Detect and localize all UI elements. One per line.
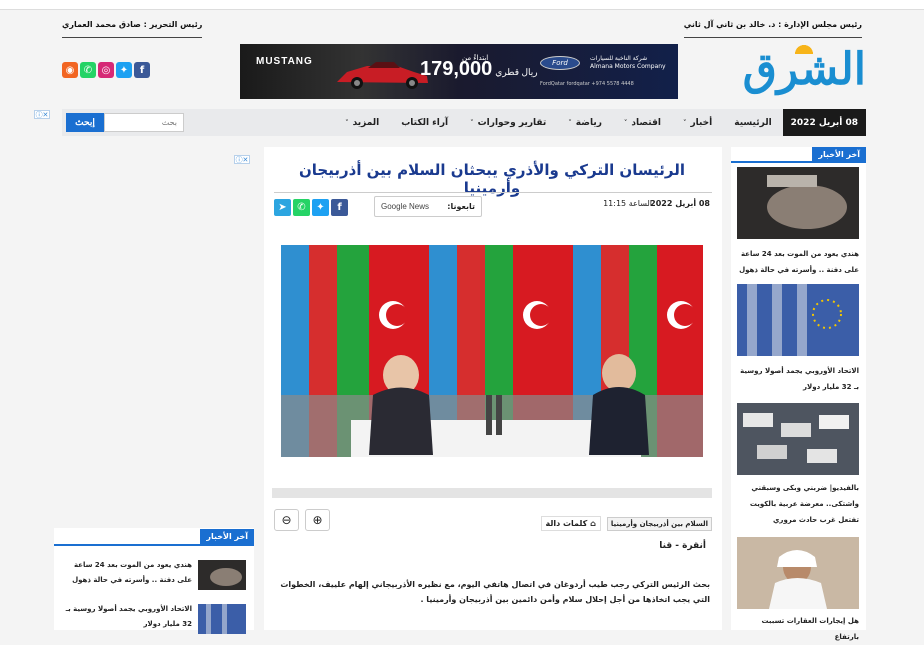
tags-label: ⌂ كلمات دالة [540, 516, 601, 531]
chevron-down-icon: ˅ [568, 118, 572, 127]
editor-line: رئيس التحرير : صادق محمد العماري [62, 12, 203, 38]
search-input[interactable] [104, 113, 184, 132]
ad-banner[interactable]: MUSTANG ابتداءً من 179,000 ريال قطري Ford… [240, 44, 678, 99]
chairman-line: رئيس مجلس الإدارة : د. خالد بن ثاني آل ث… [683, 12, 862, 38]
ad-dealer-en: Almana Motors Company [590, 63, 666, 70]
whatsapp-icon[interactable]: ✆ [293, 199, 310, 216]
tags-row: ⌂ كلمات دالة السلام بين أذربيجان وأرميني… [540, 516, 712, 531]
search-button[interactable]: إبحث [66, 113, 104, 132]
nav-item-news[interactable]: أخبار ˅ [672, 118, 723, 128]
search-box: إبحث [66, 113, 184, 132]
ad-currency: ريال قطري [495, 67, 538, 77]
burial-photo [737, 167, 859, 239]
nav-label: اقتصاد [631, 117, 661, 128]
latest-card-title[interactable]: هندي يعود من الموت بعد 24 ساعة على دفنة … [737, 246, 859, 278]
list-item[interactable]: هندي يعود من الموت بعد 24 ساعة على دفنة … [54, 558, 254, 592]
latest-card-title[interactable]: هل إيجارات العقارات تسببت بارتفاع [737, 613, 859, 645]
left-latest-header: آخر الأخبار [200, 529, 254, 544]
nav-label: آراء الكتاب [401, 117, 449, 128]
list-item-title: هندي يعود من الموت بعد 24 ساعة على دفنة … [72, 561, 192, 584]
nav-item-more[interactable]: المزيد ˅ [334, 118, 390, 128]
article-dateline: أنقرة - قنا [659, 541, 706, 551]
nav-label: رياضة [575, 117, 602, 128]
ad-dealer: شركة الناخبة للسيارات Almana Motors Compa… [590, 55, 666, 71]
tags-label-text: كلمات دالة [545, 519, 588, 528]
nav-date: 08 أبريل 2022 [782, 109, 866, 136]
ford-logo: Ford [540, 56, 580, 70]
nav-label: تقارير وحوارات [477, 117, 547, 128]
nav-item-home[interactable]: الرئيسية [723, 118, 782, 128]
nav-label: الرئيسية [734, 117, 772, 128]
ad-price: 179,000 ريال قطري [420, 58, 538, 81]
nav-item-opinions[interactable]: آراء الكتاب [390, 118, 459, 128]
ad-footer: FordQatar fordqatar +974 5578 4448 [540, 81, 634, 87]
nav-item-sports[interactable]: رياضة ˅ [557, 118, 613, 128]
adchoices-icon[interactable]: ⓘ✕ [34, 110, 50, 119]
instagram-icon[interactable]: ◎ [98, 62, 114, 78]
list-item-thumb [198, 560, 246, 590]
article-photo[interactable] [281, 245, 703, 457]
facebook-icon[interactable]: f [134, 62, 150, 78]
follow-google-news[interactable]: تابعونا: Google News [374, 196, 482, 217]
parking-lot-photo [737, 403, 859, 475]
nav-item-reports[interactable]: تقارير وحوارات ˅ [459, 118, 557, 128]
follow-label: تابعونا: [447, 202, 475, 211]
ad-brand: MUSTANG [256, 56, 313, 67]
logo-text: الشرق [742, 44, 866, 95]
latest-card-title[interactable]: بالفيديو| ضربني وبكى وسبقني واشتكى.. معر… [737, 480, 859, 528]
left-latest-news: آخر الأخبار هندي يعود من الموت بعد 24 سا… [54, 528, 254, 634]
tag-link[interactable]: السلام بين أذربيجان وأرمينيا [606, 516, 712, 531]
chevron-down-icon: ˅ [470, 118, 474, 127]
latest-card-image[interactable] [737, 284, 859, 356]
chevron-down-icon: ˅ [623, 118, 628, 127]
latest-card-image[interactable] [737, 167, 859, 239]
zoom-in-button[interactable]: ⊕ [305, 509, 330, 531]
list-item-title: الاتحاد الأوروبي يجمد أصولا روسية بـ 32 … [65, 605, 192, 628]
photo-caption-strip [272, 488, 712, 498]
left-latest-rule [54, 544, 254, 546]
ad-price-value: 179,000 [420, 58, 493, 80]
chevron-down-icon: ˅ [682, 118, 687, 127]
eu-flags-photo [737, 284, 859, 356]
photo-illustration [281, 245, 703, 457]
car-image [337, 62, 428, 89]
nav-label: المزيد [352, 117, 380, 128]
ad-dealer-ar: شركة الناخبة للسيارات [590, 55, 648, 62]
main-nav: 08 أبريل 2022 الرئيسية أخبار ˅ اقتصاد ˅ ري… [62, 109, 866, 136]
zoom-out-button[interactable]: ⊖ [274, 509, 299, 531]
whatsapp-icon[interactable]: ✆ [80, 62, 96, 78]
latest-news-header: آخر الأخبار [812, 147, 866, 161]
twitter-icon[interactable]: ✦ [116, 62, 132, 78]
nav-label: أخبار [690, 117, 713, 128]
article-time: الساعة 11:15 [603, 199, 652, 208]
top-strip [0, 0, 924, 10]
header-social-links: ◉ ✆ ◎ ✦ f [62, 62, 150, 78]
rss-icon[interactable]: ◉ [62, 62, 78, 78]
chevron-down-icon: ˅ [345, 118, 349, 127]
latest-card-title[interactable]: الاتحاد الأوروبي يجمد أصولا روسية بـ 32 … [737, 363, 859, 395]
nav-item-economy[interactable]: اقتصاد ˅ [613, 118, 672, 128]
article-paragraph: بحث الرئيس التركي رجب طيب أردوغان في اتص… [280, 580, 710, 604]
twitter-icon[interactable]: ✦ [312, 199, 329, 216]
latest-news-rule [731, 161, 866, 163]
list-item[interactable]: الاتحاد الأوروبي يجمد أصولا روسية بـ 32 … [54, 602, 254, 636]
latest-news-sidebar: آخر الأخبار هندي يعود من الموت بعد 24 سا… [731, 147, 866, 641]
adchoices-icon[interactable]: ⓘ✕ [234, 155, 250, 164]
latest-card-image[interactable] [737, 403, 859, 475]
divider [274, 192, 712, 193]
site-logo[interactable]: الشرق [726, 40, 866, 96]
telegram-icon[interactable]: ➤ [274, 199, 291, 216]
tag-icon: ⌂ [587, 519, 596, 528]
article-column: الرئيسان التركي والأذري يبحثان السلام بي… [264, 147, 722, 630]
article-date: 08 أبريل 2022 [650, 199, 710, 208]
google-news-link[interactable]: Google News [381, 202, 429, 211]
share-buttons: ➤ ✆ ✦ f [274, 199, 348, 216]
man-portrait-photo [737, 537, 859, 609]
latest-card-image[interactable] [737, 537, 859, 609]
facebook-icon[interactable]: f [331, 199, 348, 216]
